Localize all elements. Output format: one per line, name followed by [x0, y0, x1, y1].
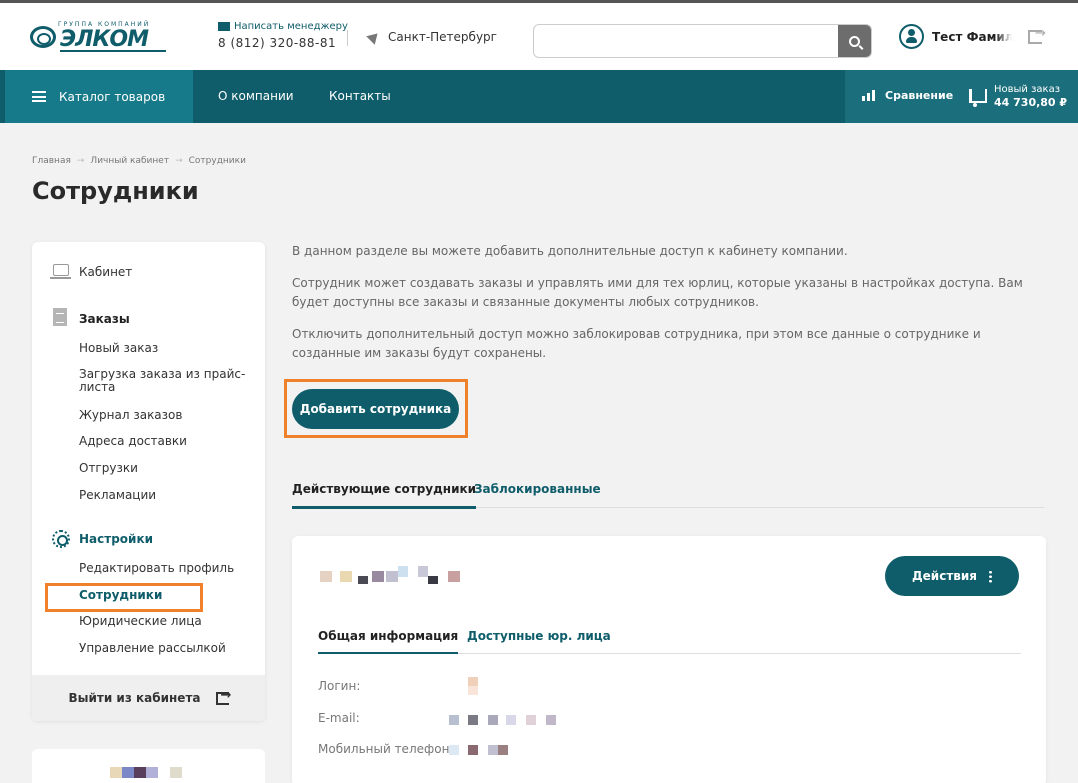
- cart-sum: 44 730,80 ₽: [994, 96, 1068, 109]
- write-manager-link[interactable]: Написать менеджеру: [218, 21, 348, 32]
- bar-chart-icon: [862, 90, 875, 101]
- city-selector[interactable]: Санкт-Петербург: [366, 29, 497, 45]
- manager-contact: Написать менеджеру 8 (812) 320-88-81: [218, 21, 348, 50]
- search-input[interactable]: [534, 25, 839, 57]
- more-vertical-icon: [989, 569, 992, 583]
- main-nav: Каталог товаров О компании Контакты Срав…: [0, 70, 1078, 123]
- nav-contacts[interactable]: Контакты: [329, 89, 391, 103]
- compare-link[interactable]: Сравнение: [862, 89, 953, 102]
- site-header: группа компаний ЭЛКОМ Написать менеджеру…: [0, 3, 1078, 70]
- sidebar-item-cabinet[interactable]: Кабинет: [79, 265, 132, 279]
- laptop-icon: [50, 264, 71, 279]
- intro-text: В данном разделе вы можете добавить допо…: [292, 244, 848, 258]
- mobile-phone-label: Мобильный телефон:: [318, 742, 454, 756]
- catalog-button[interactable]: Каталог товаров: [5, 70, 193, 123]
- header-divider: [347, 30, 348, 46]
- sidebar-item-employees[interactable]: Сотрудники: [79, 588, 162, 602]
- mail-icon: [218, 22, 230, 31]
- employee-tabs: Действующие сотрудники Заблокированные: [292, 476, 1044, 509]
- search-box: [533, 24, 872, 58]
- sidebar-heading-orders: Заказы: [79, 312, 130, 326]
- sidebar: Кабинет Заказы Новый заказ Загрузка зака…: [32, 242, 265, 721]
- breadcrumb-home[interactable]: Главная: [32, 156, 71, 166]
- login-label: Логин:: [318, 679, 361, 693]
- logo-wordmark: ЭЛКОМ: [60, 27, 149, 52]
- info-text-block: Отключить дополнительный доступ можно за…: [292, 327, 981, 360]
- sidebar-item-delivery-addresses[interactable]: Адреса доставки: [79, 434, 187, 448]
- exit-icon: [215, 688, 231, 705]
- sidebar-item-upload-price[interactable]: Загрузка заказа из прайс-листа: [79, 368, 249, 394]
- breadcrumb-cabinet[interactable]: Личный кабинет: [90, 156, 169, 166]
- search-button[interactable]: [838, 25, 871, 57]
- sidebar-item-legal-entities[interactable]: Юридические лица: [79, 614, 202, 628]
- cart-label: Новый заказ: [994, 84, 1061, 95]
- employee-card: Действия Общая информация Доступные юр. …: [292, 536, 1046, 783]
- user-menu[interactable]: Тест Фамилия: [899, 24, 1012, 49]
- company-logo[interactable]: группа компаний ЭЛКОМ: [30, 21, 170, 53]
- login-value-redacted: [468, 677, 478, 686]
- actions-button[interactable]: Действия: [885, 556, 1019, 596]
- add-employee-button[interactable]: Добавить сотрудника: [292, 389, 459, 429]
- phone-number[interactable]: 8 (812) 320-88-81: [218, 36, 348, 50]
- sidebar-item-shipments[interactable]: Отгрузки: [79, 461, 138, 475]
- breadcrumb: Главная → Личный кабинет → Сотрудники: [32, 156, 246, 166]
- tab-blocked-employees[interactable]: Заблокированные: [474, 482, 601, 496]
- tab-general-info[interactable]: Общая информация: [318, 629, 459, 654]
- tab-legal-entities[interactable]: Доступные юр. лица: [467, 629, 611, 643]
- card-tabs: Общая информация Доступные юр. лица: [318, 624, 1021, 654]
- tab-active-employees[interactable]: Действующие сотрудники: [292, 482, 477, 509]
- user-icon: [899, 24, 924, 49]
- sidebar-item-new-order[interactable]: Новый заказ: [79, 341, 158, 355]
- sidebar-item-claims[interactable]: Рекламации: [79, 488, 156, 502]
- logout-icon[interactable]: [1028, 26, 1046, 44]
- page-title: Сотрудники: [32, 177, 199, 205]
- nav-tools: Сравнение Новый заказ 44 730,80 ₽: [845, 70, 1078, 123]
- sidebar-item-edit-profile[interactable]: Редактировать профиль: [79, 561, 234, 575]
- logo-ring-icon: [30, 26, 56, 48]
- search-icon: [849, 35, 860, 47]
- sidebar-secondary: [32, 749, 265, 783]
- cart-icon: [969, 89, 987, 107]
- info-text-access: Сотрудник может создавать заказы и управ…: [292, 276, 1023, 309]
- menu-icon: [32, 91, 46, 102]
- email-label: E-mail:: [318, 711, 360, 725]
- gear-icon: [52, 530, 70, 548]
- sidebar-item-orders-log[interactable]: Журнал заказов: [79, 408, 182, 422]
- logout-button[interactable]: Выйти из кабинета: [32, 675, 265, 721]
- cart-link[interactable]: Новый заказ 44 730,80 ₽: [969, 83, 1067, 109]
- document-icon: [53, 308, 67, 326]
- breadcrumb-current: Сотрудники: [188, 156, 246, 166]
- sidebar-heading-settings: Настройки: [79, 532, 154, 546]
- nav-about[interactable]: О компании: [218, 89, 294, 103]
- location-arrow-icon: [366, 29, 382, 45]
- user-name: Тест Фамилия: [932, 29, 1012, 44]
- sidebar-item-mailing[interactable]: Управление рассылкой: [79, 641, 226, 655]
